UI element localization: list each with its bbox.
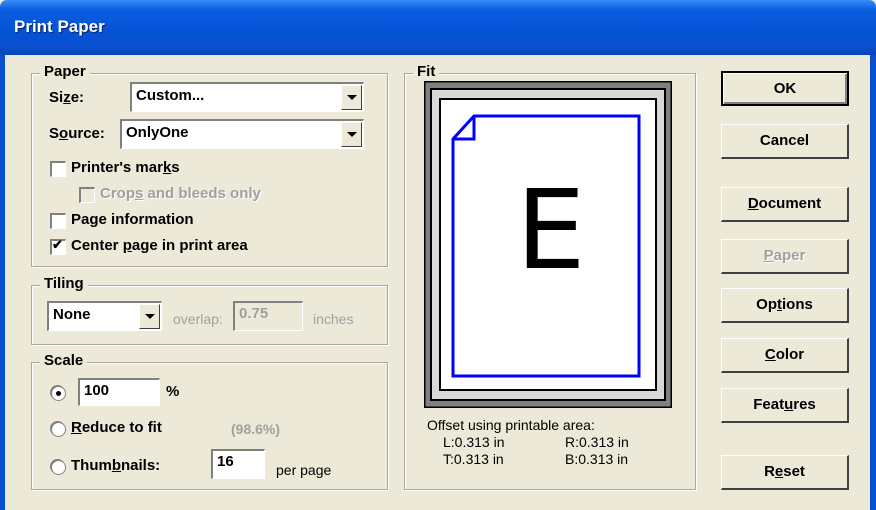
radio-dot-icon <box>56 391 61 396</box>
tiling-group-label: Tiling <box>40 275 88 292</box>
thumbnails-radio[interactable] <box>51 460 66 475</box>
source-label: Source: <box>49 125 105 142</box>
overlap-input: 0.75 <box>233 301 303 331</box>
reduce-to-fit-label[interactable]: Reduce to fit <box>71 419 162 436</box>
page-information-checkbox[interactable] <box>50 213 66 229</box>
tiling-select[interactable]: None <box>47 301 162 331</box>
scale-percent-unit: % <box>166 383 180 400</box>
thumbnails-input[interactable]: 16 <box>211 449 265 479</box>
cancel-button[interactable]: Cancel <box>721 124 849 159</box>
offset-top: T:0.313 in <box>443 451 504 467</box>
printers-marks-checkbox[interactable] <box>50 161 66 177</box>
reduce-to-fit-radio[interactable] <box>51 422 66 437</box>
paper-button: Paper <box>721 239 849 274</box>
crops-bleeds-checkbox <box>79 187 95 203</box>
options-button[interactable]: Options <box>721 288 849 323</box>
window-frame-right <box>870 55 876 510</box>
source-value: OnlyOne <box>126 124 189 141</box>
center-page-label[interactable]: Center page in print area <box>71 237 248 254</box>
tiling-dropdown-arrow-icon[interactable] <box>139 304 160 329</box>
fit-group-label: Fit <box>413 63 440 80</box>
color-button[interactable]: Color <box>721 338 849 373</box>
offset-bottom: B:0.313 in <box>565 451 629 467</box>
preview-letter: E <box>516 166 586 294</box>
scale-percent-input[interactable]: 100 <box>78 378 160 406</box>
page-information-label[interactable]: Page information <box>71 211 194 228</box>
scale-group-label: Scale <box>40 352 88 369</box>
offset-right: R:0.313 in <box>565 434 629 450</box>
thumbnails-label[interactable]: Thumbnails: <box>71 457 160 474</box>
reduce-to-fit-value: (98.6%) <box>231 421 281 437</box>
size-value: Custom... <box>136 87 205 104</box>
size-select[interactable]: Custom... <box>130 82 364 112</box>
size-label: Size: <box>49 89 85 106</box>
crops-bleeds-label: Crops and bleeds only <box>100 185 261 202</box>
offset-title: Offset using printable area: <box>427 417 595 433</box>
offset-left: L:0.313 in <box>443 434 505 450</box>
overlap-label: overlap: <box>173 311 223 327</box>
size-dropdown-arrow-icon[interactable] <box>341 85 362 110</box>
reset-button[interactable]: Reset <box>721 455 849 490</box>
center-page-checkbox[interactable]: ✔ <box>50 237 66 255</box>
window-title: Print Paper <box>14 17 105 36</box>
window-frame-left <box>0 55 5 510</box>
tiling-value: None <box>53 306 91 323</box>
ok-button[interactable]: OK <box>721 71 849 106</box>
print-paper-dialog: Print Paper Paper Size: Custom... Source… <box>0 0 876 510</box>
source-dropdown-arrow-icon[interactable] <box>341 122 362 147</box>
features-button[interactable]: Features <box>721 388 849 423</box>
overlap-unit: inches <box>313 311 354 327</box>
title-bar[interactable]: Print Paper <box>0 0 876 55</box>
page-preview: E <box>422 79 674 410</box>
document-button[interactable]: Document <box>721 187 849 222</box>
scale-percent-radio[interactable] <box>51 386 66 401</box>
printers-marks-label[interactable]: Printer's marks <box>71 159 180 176</box>
source-select[interactable]: OnlyOne <box>120 119 364 149</box>
paper-group-label: Paper <box>40 63 90 80</box>
checkmark-icon: ✔ <box>52 237 63 252</box>
per-page-label: per page <box>276 462 332 478</box>
